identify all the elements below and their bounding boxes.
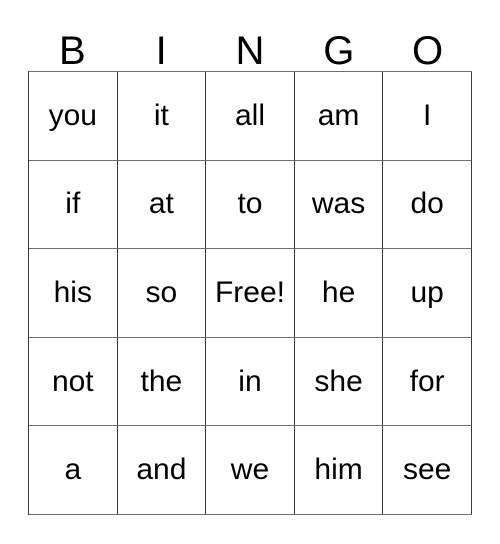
header-letter-text: I xyxy=(155,29,167,73)
bingo-cell-free-space[interactable]: Free! xyxy=(206,249,295,338)
bingo-cell-o5[interactable]: see xyxy=(383,426,472,515)
bingo-cell-label: the xyxy=(140,364,183,398)
bingo-cell-label: his xyxy=(53,275,92,309)
bingo-header-letter-b: B xyxy=(28,25,117,71)
bingo-cell-label: him xyxy=(314,453,363,487)
bingo-cell-g4[interactable]: she xyxy=(294,337,384,427)
bingo-cell-b3[interactable]: his xyxy=(29,249,118,338)
bingo-cell-i5[interactable]: and xyxy=(117,426,207,515)
bingo-row: you it all am I xyxy=(29,72,472,161)
bingo-cell-n5[interactable]: we xyxy=(206,426,295,515)
bingo-cell-label: up xyxy=(410,275,444,309)
bingo-cell-label: in xyxy=(238,364,262,398)
bingo-row: his so Free! he up xyxy=(29,249,472,338)
bingo-header-letter-n: N xyxy=(206,25,295,71)
bingo-cell-g5[interactable]: him xyxy=(294,426,384,515)
bingo-cell-label: all xyxy=(234,98,265,132)
bingo-cell-label: you xyxy=(48,98,97,132)
bingo-cell-b1[interactable]: you xyxy=(29,72,118,161)
bingo-cell-n2[interactable]: to xyxy=(206,160,295,250)
bingo-cell-label: she xyxy=(314,364,363,398)
header-letter-text: G xyxy=(323,29,355,73)
bingo-cell-label: for xyxy=(409,364,445,398)
bingo-cell-label: was xyxy=(311,187,366,221)
bingo-cell-b2[interactable]: if xyxy=(29,160,118,250)
bingo-cell-o2[interactable]: do xyxy=(383,160,472,250)
bingo-cell-label: see xyxy=(402,453,452,487)
bingo-grid: you it all am I if at to was do his so F… xyxy=(28,71,472,515)
bingo-cell-o4[interactable]: for xyxy=(383,337,472,427)
bingo-cell-n4[interactable]: in xyxy=(206,337,295,427)
bingo-cell-label: to xyxy=(237,187,263,221)
bingo-cell-label: it xyxy=(153,98,169,132)
bingo-header-letter-i: I xyxy=(117,25,206,71)
bingo-cell-g2[interactable]: was xyxy=(294,160,384,250)
bingo-cell-i3[interactable]: so xyxy=(117,249,207,338)
bingo-cell-b4[interactable]: not xyxy=(29,337,118,427)
bingo-row: a and we him see xyxy=(29,426,472,515)
bingo-cell-o3[interactable]: up xyxy=(383,249,472,338)
bingo-row: if at to was do xyxy=(29,160,472,250)
bingo-cell-i4[interactable]: the xyxy=(117,337,207,427)
bingo-cell-i1[interactable]: it xyxy=(117,72,207,161)
header-letter-text: B xyxy=(59,29,86,73)
bingo-cell-label: do xyxy=(410,187,444,221)
bingo-header-row: B I N G O xyxy=(28,25,472,71)
bingo-row: not the in she for xyxy=(29,337,472,427)
bingo-cell-i2[interactable]: at xyxy=(117,160,207,250)
bingo-cell-b5[interactable]: a xyxy=(29,426,118,515)
bingo-cell-n1[interactable]: all xyxy=(206,72,295,161)
bingo-cell-label: a xyxy=(64,453,82,487)
bingo-cell-label: if xyxy=(65,187,81,221)
bingo-header-letter-g: G xyxy=(294,25,383,71)
bingo-cell-label: I xyxy=(423,98,432,132)
bingo-cell-g1[interactable]: am xyxy=(294,72,384,161)
bingo-cell-label: at xyxy=(148,187,174,221)
bingo-free-space-label: Free! xyxy=(214,275,285,309)
bingo-header-letter-o: O xyxy=(383,25,472,71)
header-letter-text: O xyxy=(412,29,444,73)
bingo-cell-g3[interactable]: he xyxy=(294,249,384,338)
bingo-card: B I N G O you it all am I if at to was d… xyxy=(28,25,472,515)
bingo-cell-label: he xyxy=(321,275,356,309)
bingo-cell-label: and xyxy=(136,453,187,487)
header-letter-text: N xyxy=(235,29,265,73)
bingo-cell-label: not xyxy=(51,364,94,398)
bingo-cell-label: so xyxy=(145,275,178,309)
bingo-cell-label: am xyxy=(317,98,360,132)
bingo-cell-label: we xyxy=(230,453,270,487)
bingo-cell-o1[interactable]: I xyxy=(383,72,472,161)
